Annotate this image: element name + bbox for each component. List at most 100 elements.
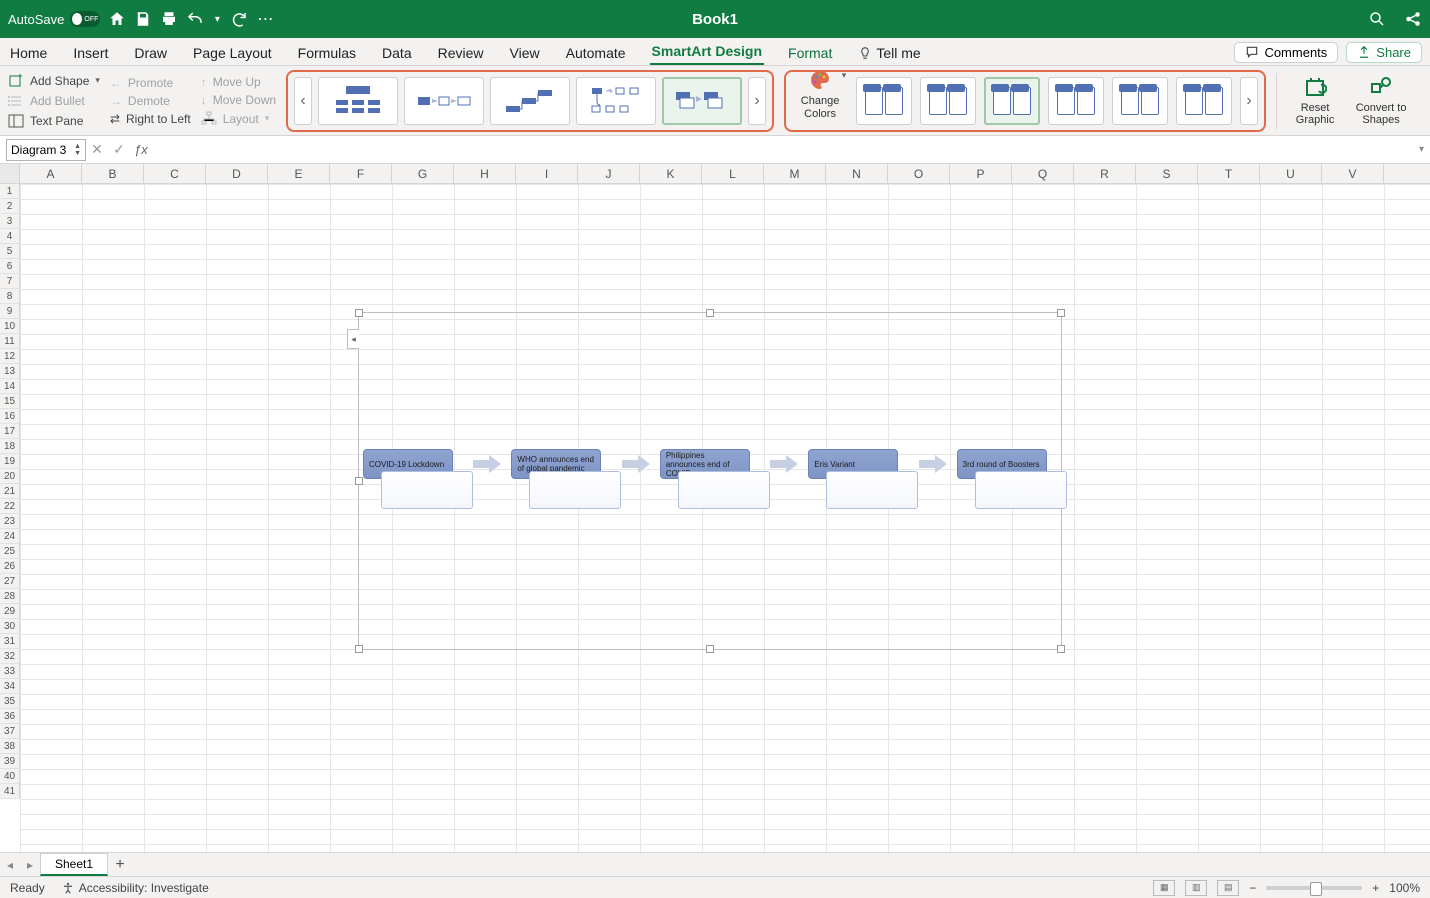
share-icon[interactable] xyxy=(1404,10,1422,28)
column-header[interactable]: C xyxy=(144,164,206,183)
view-page-break[interactable]: ▤ xyxy=(1217,880,1239,896)
row-header[interactable]: 8 xyxy=(0,289,20,304)
row-header[interactable]: 5 xyxy=(0,244,20,259)
smartart-node[interactable]: WHO announces end of global pandemic xyxy=(511,449,611,479)
row-header[interactable]: 35 xyxy=(0,694,20,709)
select-all-corner[interactable] xyxy=(0,164,20,183)
comments-button[interactable]: Comments xyxy=(1234,42,1338,63)
column-header[interactable]: Q xyxy=(1012,164,1074,183)
row-header[interactable]: 33 xyxy=(0,664,20,679)
resize-handle[interactable] xyxy=(706,309,714,317)
layout-option-2[interactable] xyxy=(404,77,484,125)
resize-handle[interactable] xyxy=(1057,645,1065,653)
print-icon[interactable] xyxy=(160,10,178,28)
column-header[interactable]: M xyxy=(764,164,826,183)
row-header[interactable]: 16 xyxy=(0,409,20,424)
redo-icon[interactable] xyxy=(230,10,248,28)
column-header[interactable]: T xyxy=(1198,164,1260,183)
expand-formula-bar[interactable]: ▾ xyxy=(1419,144,1424,155)
row-header[interactable]: 1 xyxy=(0,184,20,199)
row-header[interactable]: 36 xyxy=(0,709,20,724)
smartart-node[interactable]: 3rd round of Boosters xyxy=(957,449,1057,479)
row-header[interactable]: 34 xyxy=(0,679,20,694)
convert-to-shapes-button[interactable]: Convert to Shapes xyxy=(1353,75,1409,126)
column-header[interactable]: L xyxy=(702,164,764,183)
column-header[interactable]: E xyxy=(268,164,330,183)
style-option-2[interactable] xyxy=(920,77,976,125)
row-header[interactable]: 24 xyxy=(0,529,20,544)
sheet-nav-next[interactable]: ▸ xyxy=(20,858,40,872)
tab-formulas[interactable]: Formulas xyxy=(296,41,358,65)
column-header[interactable]: K xyxy=(640,164,702,183)
tab-page-layout[interactable]: Page Layout xyxy=(191,41,274,65)
tab-data[interactable]: Data xyxy=(380,41,414,65)
text-pane-button[interactable]: Text Pane xyxy=(8,113,100,129)
smartart-node[interactable]: COVID-19 Lockdown xyxy=(363,449,463,479)
row-header[interactable]: 17 xyxy=(0,424,20,439)
name-box-spinner[interactable]: ▲▼ xyxy=(74,143,81,157)
row-header[interactable]: 20 xyxy=(0,469,20,484)
row-header[interactable]: 18 xyxy=(0,439,20,454)
fx-icon[interactable]: ƒx xyxy=(134,142,148,157)
tab-smartart-design[interactable]: SmartArt Design xyxy=(650,39,764,65)
row-header[interactable]: 3 xyxy=(0,214,20,229)
sheet-nav-prev[interactable]: ◂ xyxy=(0,858,20,872)
rtl-button[interactable]: ⇄Right to Left xyxy=(110,112,191,126)
style-option-6[interactable] xyxy=(1176,77,1232,125)
zoom-level[interactable]: 100% xyxy=(1389,881,1420,895)
row-header[interactable]: 25 xyxy=(0,544,20,559)
save-icon[interactable] xyxy=(134,10,152,28)
row-header[interactable]: 14 xyxy=(0,379,20,394)
zoom-slider[interactable] xyxy=(1266,886,1362,890)
column-header[interactable]: R xyxy=(1074,164,1136,183)
style-option-3[interactable] xyxy=(984,77,1040,125)
tab-automate[interactable]: Automate xyxy=(564,41,628,65)
style-option-5[interactable] xyxy=(1112,77,1168,125)
tab-format[interactable]: Format xyxy=(786,41,834,65)
row-header[interactable]: 31 xyxy=(0,634,20,649)
row-header[interactable]: 39 xyxy=(0,754,20,769)
resize-handle[interactable] xyxy=(355,645,363,653)
row-header[interactable]: 40 xyxy=(0,769,20,784)
row-header[interactable]: 38 xyxy=(0,739,20,754)
change-colors-button[interactable]: Change Colors ▾ xyxy=(792,68,848,132)
smartart-node-body[interactable] xyxy=(975,471,1067,509)
resize-handle[interactable] xyxy=(706,645,714,653)
row-header[interactable]: 19 xyxy=(0,454,20,469)
name-box[interactable]: Diagram 3 ▲▼ xyxy=(6,139,86,161)
undo-dropdown-icon[interactable]: ▾ xyxy=(212,10,222,28)
column-header[interactable]: G xyxy=(392,164,454,183)
column-header[interactable]: H xyxy=(454,164,516,183)
layout-option-1[interactable] xyxy=(318,77,398,125)
layout-option-4[interactable] xyxy=(576,77,656,125)
style-option-4[interactable] xyxy=(1048,77,1104,125)
spreadsheet-grid[interactable]: 1234567891011121314151617181920212223242… xyxy=(0,184,1430,852)
column-header[interactable]: U xyxy=(1260,164,1322,183)
resize-handle[interactable] xyxy=(355,477,363,485)
search-icon[interactable] xyxy=(1368,10,1386,28)
row-header[interactable]: 11 xyxy=(0,334,20,349)
tab-home[interactable]: Home xyxy=(8,41,49,65)
layout-option-5[interactable] xyxy=(662,77,742,125)
zoom-out[interactable]: − xyxy=(1249,881,1256,895)
tab-view[interactable]: View xyxy=(508,41,542,65)
share-button[interactable]: Share xyxy=(1346,42,1422,63)
row-header[interactable]: 29 xyxy=(0,604,20,619)
row-header[interactable]: 2 xyxy=(0,199,20,214)
row-header[interactable]: 30 xyxy=(0,619,20,634)
enter-formula[interactable]: ✓ xyxy=(108,141,130,158)
accessibility-status[interactable]: Accessibility: Investigate xyxy=(61,881,209,895)
home-icon[interactable] xyxy=(108,10,126,28)
tab-draw[interactable]: Draw xyxy=(132,41,169,65)
gallery-prev[interactable]: ‹ xyxy=(294,77,312,125)
style-option-1[interactable] xyxy=(856,77,912,125)
view-page-layout[interactable]: ▥ xyxy=(1185,880,1207,896)
undo-icon[interactable] xyxy=(186,10,204,28)
add-shape-button[interactable]: Add Shape ▾ xyxy=(8,73,100,89)
more-icon[interactable]: ⋯ xyxy=(256,10,274,28)
row-header[interactable]: 37 xyxy=(0,724,20,739)
smartart-node[interactable]: Eris Variant xyxy=(808,449,908,479)
tab-insert[interactable]: Insert xyxy=(71,41,110,65)
zoom-in[interactable]: + xyxy=(1372,881,1379,895)
smartart-node-body[interactable] xyxy=(381,471,473,509)
